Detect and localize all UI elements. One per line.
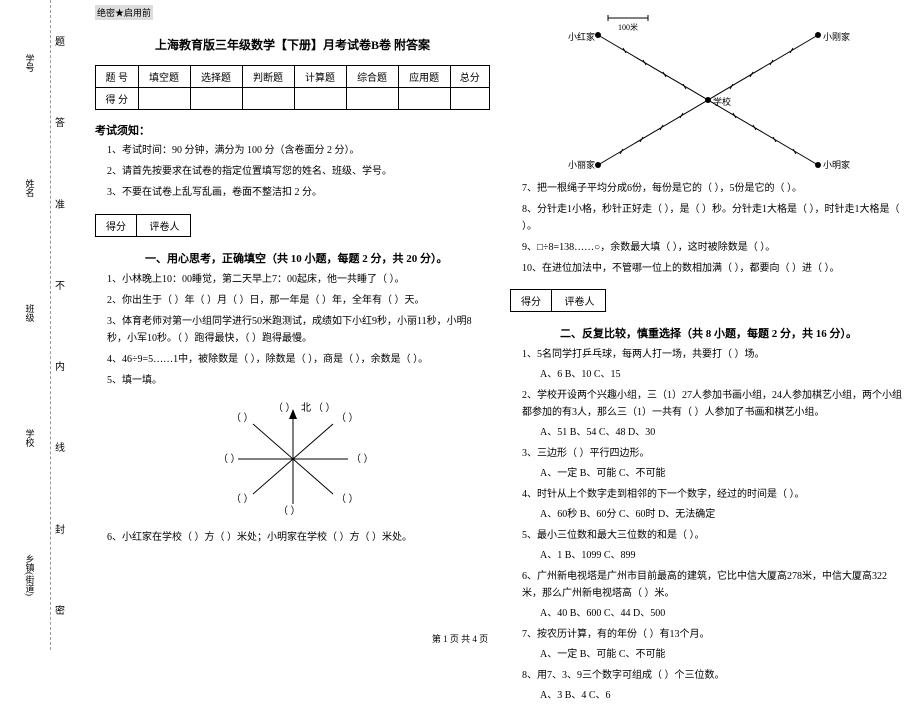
td-blank <box>398 88 450 110</box>
map-diagram: 100米 <box>510 10 905 170</box>
question: 3、体育老师对第一小组同学进行50米跑测试，成绩如下小红9秒，小丽11秒，小明8… <box>95 313 490 347</box>
section2-title: 二、反复比较，慎重选择（共 8 小题，每题 2 分，共 16 分）。 <box>560 325 905 341</box>
question: 1、5名同学打乒乓球，每两人打一场，共要打（ ）场。 <box>510 346 905 363</box>
sidebar-label: 班级 <box>24 299 37 327</box>
sidebar-label: 乡镇(街道) <box>24 549 37 601</box>
options: A、一定 B、可能 C、不可能 <box>510 466 905 482</box>
options: A、1 B、1099 C、899 <box>510 548 905 564</box>
seal-char: 不 <box>55 277 65 292</box>
options: A、51 B、54 C、48 D、30 <box>510 425 905 441</box>
svg-text:学校: 学校 <box>713 96 731 107</box>
options: A、一定 B、可能 C、不可能 <box>510 647 905 663</box>
td-score: 得 分 <box>96 88 139 110</box>
grader-box: 得分 评卷人 <box>510 289 606 312</box>
question: 4、时针从上个数字走到相邻的下一个数字，经过的时间是（ ）。 <box>510 486 905 503</box>
th-app: 应用题 <box>398 66 450 88</box>
td-blank <box>450 88 489 110</box>
seal-char: 密 <box>55 602 65 617</box>
confidential-tag: 绝密★启用前 <box>95 5 153 20</box>
dashed-separator <box>50 0 51 650</box>
section1-title: 一、用心思考，正确填空（共 10 小题，每题 2 分，共 20 分）。 <box>145 250 490 266</box>
compass-svg: （ ） 北 （ ） （ ） （ ） （ ） （ ） （ ） （ ） （ ） <box>203 399 383 519</box>
notice-item: 1、考试时间：90 分钟，满分为 100 分（含卷面分 2 分）。 <box>95 143 490 159</box>
th-comp: 综合题 <box>346 66 398 88</box>
north-label: 北 <box>301 402 311 414</box>
sidebar-label: 学号 <box>24 49 37 77</box>
svg-text:（ ）: （ ） <box>313 402 336 414</box>
svg-text:小刚家: 小刚家 <box>823 31 850 42</box>
sidebar-label: 学校 <box>24 424 37 452</box>
th-calc: 计算题 <box>294 66 346 88</box>
grader-box: 得分 评卷人 <box>95 214 191 237</box>
th-fill: 填空题 <box>138 66 190 88</box>
compass-diagram: （ ） 北 （ ） （ ） （ ） （ ） （ ） （ ） （ ） （ ） <box>95 399 490 519</box>
svg-text:小丽家: 小丽家 <box>568 159 595 170</box>
th-choice: 选择题 <box>190 66 242 88</box>
question: 5、最小三位数和最大三位数的和是（ ）。 <box>510 527 905 544</box>
svg-text:（ ）: （ ） <box>231 493 254 505</box>
question: 10、在进位加法中，不管哪一位上的数相加满（ ），都要向（ ）进（ ）。 <box>510 260 905 277</box>
th-total: 总分 <box>450 66 489 88</box>
page-footer: 第 1 页 共 4 页 <box>0 632 920 645</box>
seal-char: 答 <box>55 114 65 129</box>
td-blank <box>294 88 346 110</box>
seal-char: 封 <box>55 521 65 536</box>
map-svg: 100米 <box>518 10 898 170</box>
seal-char: 线 <box>55 439 65 454</box>
svg-text:（ ）: （ ） <box>351 453 374 465</box>
question: 3、三边形（ ）平行四边形。 <box>510 445 905 462</box>
score-summary-table: 题 号 填空题 选择题 判断题 计算题 综合题 应用题 总分 得 分 <box>95 65 490 110</box>
options: A、60秒 B、60分 C、60时 D、无法确定 <box>510 507 905 523</box>
svg-text:（ ）: （ ） <box>273 402 296 414</box>
td-blank <box>242 88 294 110</box>
options: A、40 B、600 C、44 D、500 <box>510 606 905 622</box>
left-column: 绝密★启用前 上海教育版三年级数学【下册】月考试卷B卷 附答案 题 号 填空题 … <box>85 0 500 620</box>
sidebar-label: 姓名 <box>24 174 37 202</box>
exam-title: 上海教育版三年级数学【下册】月考试卷B卷 附答案 <box>95 36 490 53</box>
svg-text:（ ）: （ ） <box>336 493 359 505</box>
grader-label: 评卷人 <box>555 290 605 311</box>
td-blank <box>190 88 242 110</box>
question: 5、填一填。 <box>95 372 490 389</box>
svg-text:100米: 100米 <box>618 22 638 32</box>
notice-item: 3、不要在试卷上乱写乱画，卷面不整洁扣 2 分。 <box>95 185 490 201</box>
question: 1、小林晚上10：00睡觉，第二天早上7：00起床，他一共睡了（ ）。 <box>95 271 490 288</box>
td-blank <box>138 88 190 110</box>
right-column: 100米 <box>500 0 915 620</box>
svg-text:小明家: 小明家 <box>823 159 850 170</box>
grader-label: 评卷人 <box>140 215 190 236</box>
question: 8、用7、3、9三个数字可组成（ ）个三位数。 <box>510 667 905 684</box>
question: 2、学校开设两个兴趣小组，三（1）27人参加书画小组，24人参加棋艺小组，两个小… <box>510 387 905 421</box>
seal-char: 准 <box>55 196 65 211</box>
seal-char: 题 <box>55 33 65 48</box>
binding-sidebar: 学号 姓名 班级 学校 乡镇(街道) 题 答 准 不 内 线 封 密 <box>0 0 80 650</box>
score-label: 得分 <box>96 215 137 236</box>
notice-item: 2、请首先按要求在试卷的指定位置填写您的姓名、班级、学号。 <box>95 164 490 180</box>
seal-labels: 题 答 准 不 内 线 封 密 <box>55 0 65 650</box>
question: 7、把一根绳子平均分成6份，每份是它的（ ），5份是它的（ ）。 <box>510 180 905 197</box>
svg-text:小红家: 小红家 <box>568 31 595 42</box>
main-content: 绝密★启用前 上海教育版三年级数学【下册】月考试卷B卷 附答案 题 号 填空题 … <box>85 0 920 620</box>
options: A、3 B、4 C、6 <box>510 688 905 704</box>
svg-text:（ ）: （ ） <box>336 412 359 424</box>
question: 2、你出生于（ ）年（ ）月（ ）日，那一年是（ ）年，全年有（ ）天。 <box>95 292 490 309</box>
table-row: 得 分 <box>96 88 490 110</box>
svg-text:（ ）: （ ） <box>218 453 241 465</box>
seal-char: 内 <box>55 358 65 373</box>
options: A、6 B、10 C、15 <box>510 367 905 383</box>
notice-heading: 考试须知： <box>95 122 490 138</box>
th-judge: 判断题 <box>242 66 294 88</box>
th-num: 题 号 <box>96 66 139 88</box>
question: 4、46÷9=5……1中，被除数是（ ），除数是（ ），商是（ ），余数是（ ）… <box>95 351 490 368</box>
td-blank <box>346 88 398 110</box>
sidebar-labels: 学号 姓名 班级 学校 乡镇(街道) <box>15 0 45 650</box>
question: 6、广州新电视塔是广州市目前最高的建筑，它比中信大厦高278米，中信大厦高322… <box>510 568 905 602</box>
question: 8、分针走1小格，秒针正好走（ ），是（ ）秒。分针走1大格是（ ），时针走1大… <box>510 201 905 235</box>
table-row: 题 号 填空题 选择题 判断题 计算题 综合题 应用题 总分 <box>96 66 490 88</box>
question: 6、小红家在学校（ ）方（ ）米处；小明家在学校（ ）方（ ）米处。 <box>95 529 490 546</box>
score-label: 得分 <box>511 290 552 311</box>
svg-text:（ ）: （ ） <box>231 412 254 424</box>
question: 9、□÷8=138……○，余数最大填（ ），这时被除数是（ ）。 <box>510 239 905 256</box>
svg-text:（ ）: （ ） <box>278 505 301 517</box>
